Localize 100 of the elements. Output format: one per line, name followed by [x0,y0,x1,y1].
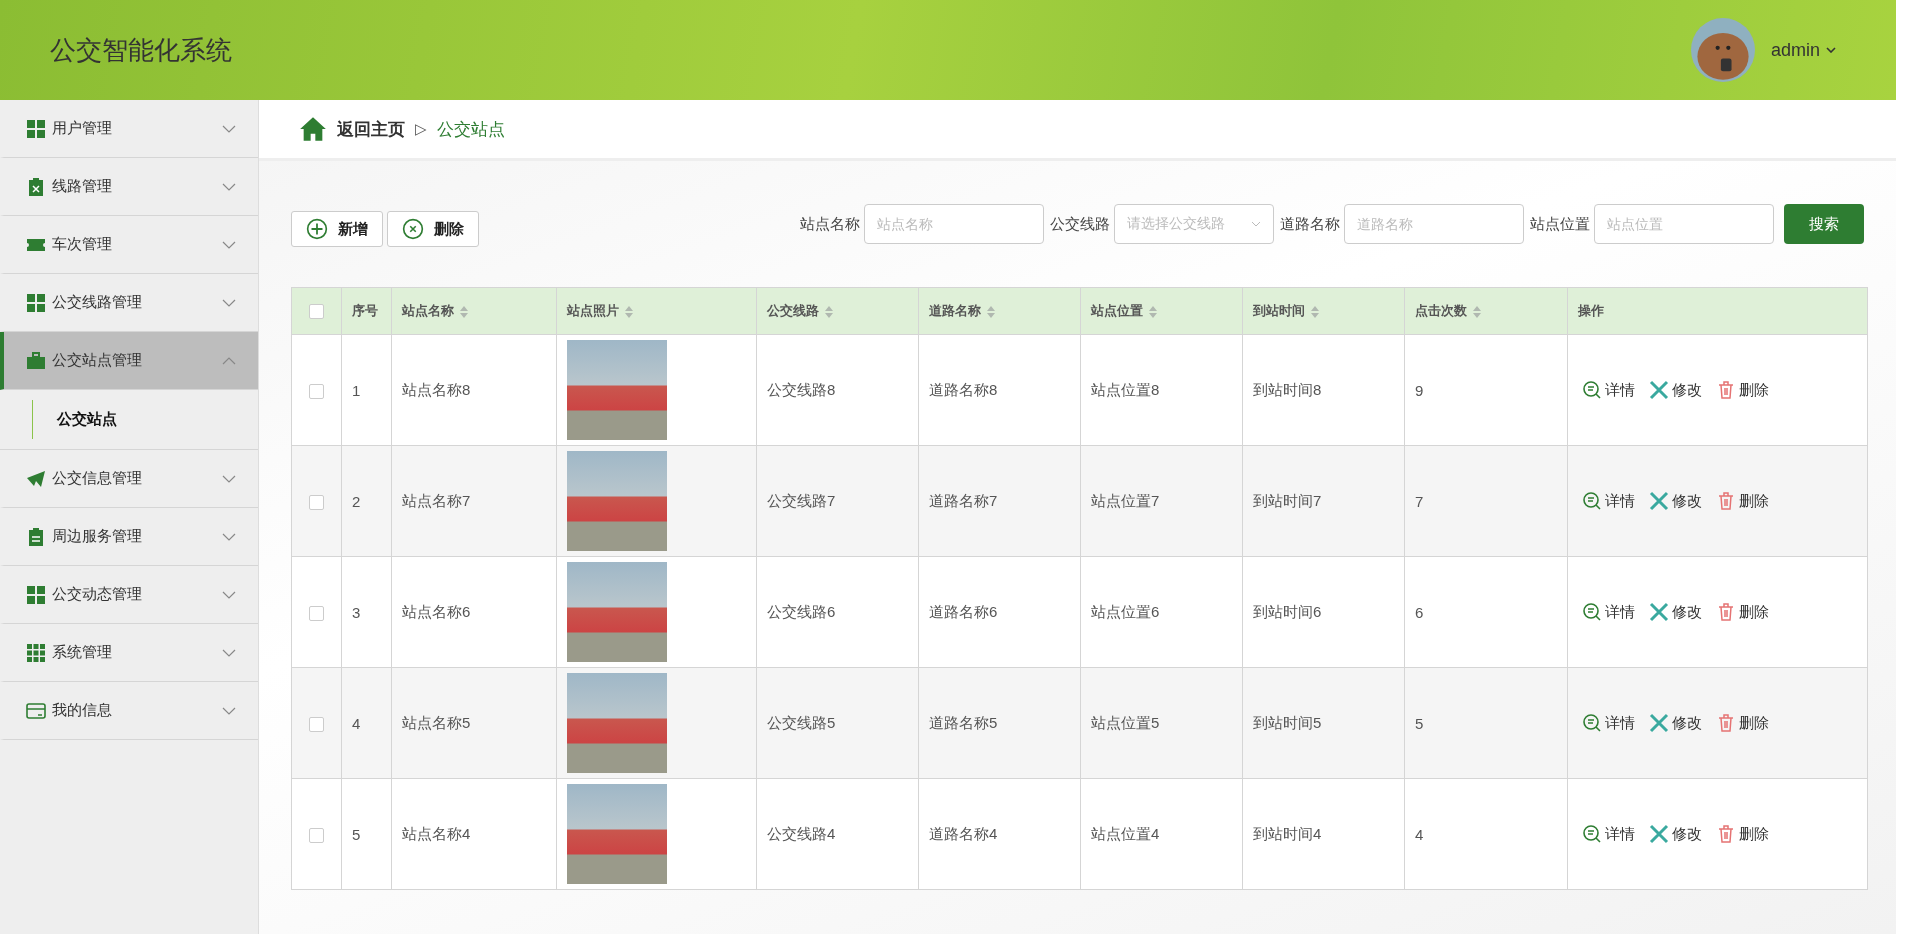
table-cell: 到站时间6 [1253,602,1322,620]
sidebar-item[interactable]: 公交信息管理 [0,450,258,508]
column-header[interactable]: 站点照片 [567,303,633,318]
clipboard-icon [26,526,46,547]
column-header[interactable]: 公交线路 [767,303,833,318]
edit-button[interactable]: 修改 [1649,380,1702,400]
table-cell: 5 [352,825,361,843]
magnifier-icon [1582,602,1602,622]
grid-icon [26,642,46,663]
magnifier-icon [1582,380,1602,400]
column-header[interactable]: 序号 [352,303,378,318]
delete-button[interactable]: 删除 [1716,824,1769,844]
edit-button[interactable]: 修改 [1649,824,1702,844]
search-button[interactable]: 搜索 [1784,204,1864,244]
table-cell: 6 [1415,603,1424,621]
sidebar-item[interactable]: 我的信息 [0,682,258,740]
sidebar-item[interactable]: 公交动态管理 [0,566,258,624]
row-checkbox[interactable] [309,827,324,843]
delete-button[interactable]: 删除 [1716,602,1769,622]
search-field[interactable]: 道路名称 [1344,204,1524,244]
row-checkbox[interactable] [309,383,324,399]
table-cell: 道路名称7 [929,491,998,509]
search-label: 道路名称 [1280,214,1340,234]
trash-icon [1716,602,1736,622]
sort-icon [1473,305,1481,318]
column-header[interactable]: 点击次数 [1415,303,1481,318]
avatar-icon[interactable] [1690,18,1755,82]
search-field[interactable]: 站点位置 [1594,204,1774,244]
sidebar-item[interactable]: 系统管理 [0,624,258,682]
column-header[interactable]: 站点名称 [402,303,468,318]
column-header[interactable]: 到站时间 [1253,303,1319,318]
edit-button[interactable]: 修改 [1649,713,1702,733]
sidebar-item[interactable]: 线路管理 [0,158,258,216]
table-cell: 到站时间5 [1253,713,1322,731]
clipboard-icon [26,176,46,197]
user-menu-button[interactable]: admin [1770,39,1836,61]
row-checkbox[interactable] [309,494,324,510]
delete-button[interactable]: 删除 [1716,491,1769,511]
sidebar-item[interactable]: 周边服务管理 [0,508,258,566]
chevron-icon [222,706,236,715]
grid-icon [26,118,46,139]
search-label: 站点位置 [1530,214,1590,234]
trash-icon [1716,491,1736,511]
breadcrumb-current: 公交站点 [437,118,505,141]
sidebar-item[interactable]: 车次管理 [0,216,258,274]
breadcrumb-separator: ▷ [415,120,427,138]
table-cell: 到站时间8 [1253,380,1322,398]
trash-icon [1716,380,1736,400]
row-checkbox[interactable] [309,716,324,732]
grid-icon [26,584,46,605]
table-cell: 4 [352,714,361,732]
table-cell: 站点位置7 [1091,491,1160,509]
search-field[interactable]: 站点名称 [864,204,1044,244]
table-cell: 到站时间4 [1253,824,1322,842]
delete-button[interactable]: 删除 [1716,380,1769,400]
delete-button[interactable]: 删除 [387,211,479,247]
table-cell: 公交线路6 [767,602,836,620]
table-cell: 5 [1415,714,1424,732]
column-header[interactable]: 操作 [1578,303,1604,318]
briefcase-icon [26,350,46,371]
chevron-icon [222,240,236,249]
x-circle-icon [402,218,424,240]
card-icon [26,700,46,721]
select-all-checkbox[interactable] [309,304,324,320]
sidebar-subitem[interactable]: 公交站点 [32,400,258,439]
table-cell: 道路名称8 [929,380,998,398]
column-header[interactable]: 站点位置 [1091,303,1157,318]
chevron-icon [222,590,236,599]
table-cell: 9 [1415,381,1424,399]
table-cell: 站点位置5 [1091,713,1160,731]
home-icon[interactable] [299,116,327,142]
edit-button[interactable]: 修改 [1649,602,1702,622]
table-cell: 站点名称5 [402,713,471,731]
details-button[interactable]: 详情 [1582,380,1635,400]
details-button[interactable]: 详情 [1582,602,1635,622]
delete-button[interactable]: 删除 [1716,713,1769,733]
sort-icon [825,305,833,318]
column-header[interactable]: 道路名称 [929,303,995,318]
table-cell: 站点位置4 [1091,824,1160,842]
add-button[interactable]: 新增 [291,211,383,247]
sort-icon [625,305,633,318]
details-button[interactable]: 详情 [1582,824,1635,844]
breadcrumb-home-link[interactable]: 返回主页 [337,117,405,141]
table-cell: 公交线路8 [767,380,836,398]
magnifier-icon [1582,713,1602,733]
chevron-icon [222,124,236,133]
table-cell: 公交线路4 [767,824,836,842]
magnifier-icon [1582,824,1602,844]
sidebar-item[interactable]: 公交站点管理 [0,332,258,390]
details-button[interactable]: 详情 [1582,491,1635,511]
details-button[interactable]: 详情 [1582,713,1635,733]
table-cell: 站点名称8 [402,380,471,398]
table-cell: 公交线路5 [767,713,836,731]
table-cell: 站点名称6 [402,602,471,620]
edit-button[interactable]: 修改 [1649,491,1702,511]
table-cell: 4 [1415,825,1424,843]
row-checkbox[interactable] [309,605,324,621]
paper-plane-icon [26,468,46,489]
table-cell: 到站时间7 [1253,491,1322,509]
sidebar-item[interactable]: 用户管理 [0,100,258,158]
